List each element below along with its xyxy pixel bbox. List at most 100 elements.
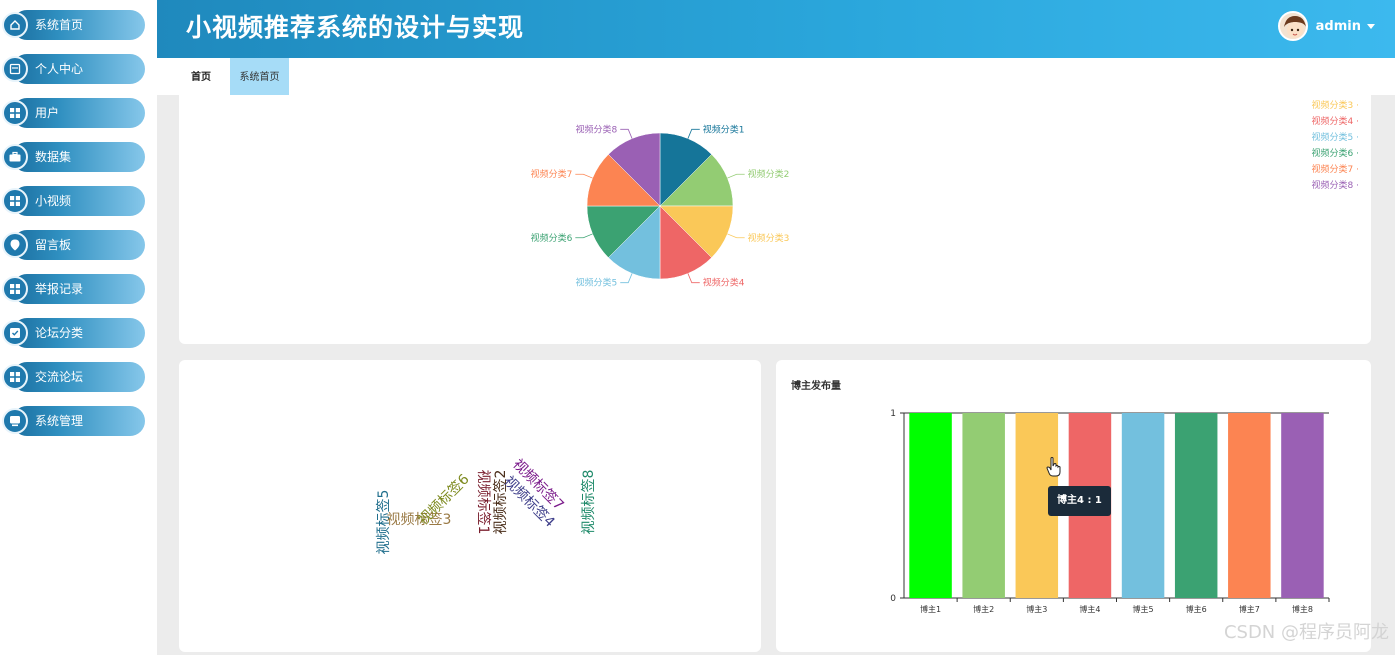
- bar[interactable]: [909, 413, 952, 598]
- hand-cursor-icon: [1046, 457, 1061, 477]
- sidebar: 系统首页个人中心用户数据集小视频留言板举报记录论坛分类交流论坛系统管理: [0, 0, 157, 655]
- x-tick-label: 博主3: [1026, 604, 1047, 614]
- pie-slice-label: 视频分类3: [748, 232, 790, 244]
- sidebar-item[interactable]: 小视频: [0, 186, 150, 216]
- x-tick-label: 博主7: [1239, 604, 1260, 614]
- sidebar-item[interactable]: 用户: [0, 98, 150, 128]
- sidebar-item[interactable]: 系统首页: [0, 10, 150, 40]
- pie-slice-label: 视频分类5: [576, 277, 618, 289]
- tab-bar: 首页 系统首页: [157, 58, 1395, 95]
- legend-label: 视频分类3: [1311, 101, 1354, 111]
- pie-slice-label: 视频分类2: [748, 168, 790, 180]
- legend-item[interactable]: 视频分类4 ·: [1312, 114, 1359, 130]
- x-tick-label: 博主4: [1079, 604, 1100, 614]
- bar[interactable]: [1121, 413, 1165, 598]
- y-tick-label: 0: [890, 594, 896, 604]
- pie-legend: 视频分类3 · 视频分类4 · 视频分类5 · 视频分类6 · 视频分类7 · 视频分类8…: [1312, 98, 1359, 194]
- sidebar-item[interactable]: 留言板: [0, 230, 150, 260]
- sidebar-item-background: [12, 230, 145, 260]
- header: 小视频推荐系统的设计与实现 admin: [157, 0, 1395, 58]
- x-tick-label: 博主6: [1186, 604, 1207, 614]
- grid-icon: [2, 100, 28, 126]
- pie-chart-card: 视频分类1 视频分类2 视频分类3 视频分类4 视频分类5 视频分类6 视频分类7 视频分类8…: [179, 95, 1371, 344]
- username[interactable]: admin: [1316, 19, 1361, 34]
- legend-item[interactable]: 视频分类3 ·: [1312, 98, 1359, 114]
- sidebar-item[interactable]: 个人中心: [0, 54, 150, 84]
- x-tick-label: 博主5: [1133, 604, 1154, 614]
- pie-label-line: [620, 128, 633, 139]
- legend-item[interactable]: 视频分类7 ·: [1312, 162, 1359, 178]
- pie-label-line: [687, 128, 700, 139]
- bar-chart-card: 博主发布量 0 1 博主1 博主2 博主3 博主4 博主5 博主6 博主7 博主8 博主4 : 1: [776, 360, 1371, 652]
- avatar-image: [1279, 13, 1306, 39]
- pie-label-line: [575, 233, 593, 239]
- tab-system-home[interactable]: 系统首页: [230, 58, 289, 95]
- sidebar-item-label: 系统首页: [35, 18, 84, 32]
- pie-slice-label: 视频分类7: [531, 168, 573, 180]
- user-menu[interactable]: admin: [1277, 10, 1375, 42]
- bar[interactable]: [962, 413, 1005, 598]
- bar-tooltip: 博主4 : 1: [1048, 486, 1111, 516]
- bar[interactable]: [1174, 413, 1218, 598]
- briefcase-icon: [2, 144, 28, 170]
- legend-item[interactable]: 视频分类8 ·: [1312, 178, 1359, 194]
- sidebar-item[interactable]: 系统管理: [0, 406, 150, 436]
- pie-slice-label: 视频分类8: [576, 123, 618, 135]
- legend-label: 视频分类7: [1311, 165, 1354, 175]
- sidebar-item-label: 留言板: [35, 238, 72, 252]
- legend-marker-icon: ·: [1353, 117, 1359, 127]
- pie-slice-label: 视频分类6: [531, 232, 573, 244]
- sidebar-item-label: 用户: [35, 106, 60, 120]
- word-cloud: 视频标签5视频标签3视频标签6 视频标签1 视频标签2视频标签4视频标签7 视频标签8: [375, 456, 597, 555]
- sidebar-item[interactable]: 交流论坛: [0, 362, 150, 392]
- sidebar-item[interactable]: 举报记录: [0, 274, 150, 304]
- legend-item[interactable]: 视频分类5 ·: [1312, 130, 1359, 146]
- pie-label-line: [727, 173, 745, 179]
- word-cloud-word[interactable]: 视频标签8: [580, 470, 597, 535]
- bar[interactable]: [1281, 413, 1324, 598]
- grid-icon: [2, 276, 28, 302]
- pie-slice-label: 视频分类4: [703, 277, 745, 289]
- sidebar-item-label: 论坛分类: [35, 326, 84, 340]
- legend-item[interactable]: 视频分类6 ·: [1312, 146, 1359, 162]
- pie-label-line: [727, 233, 745, 239]
- legend-marker-icon: ·: [1353, 165, 1359, 175]
- sidebar-item-background: [12, 98, 145, 128]
- chevron-down-icon[interactable]: [1367, 23, 1375, 29]
- legend-marker-icon: ·: [1353, 133, 1359, 143]
- tab-home[interactable]: 首页: [174, 58, 228, 95]
- sidebar-item[interactable]: 数据集: [0, 142, 150, 172]
- legend-marker-icon: ·: [1353, 101, 1359, 111]
- word-cloud-card: 视频标签5 视频标签3 视频标签6 视频标签1 视频标签2 视频标签4 视频标签7 视频标签8: [179, 360, 761, 652]
- app-title: 小视频推荐系统的设计与实现: [186, 13, 525, 42]
- pie-label-line: [687, 273, 700, 284]
- sidebar-item[interactable]: 论坛分类: [0, 318, 150, 348]
- grid-icon: [2, 364, 28, 390]
- dashboard: 视频分类1 视频分类2 视频分类3 视频分类4 视频分类5 视频分类6 视频分类7 视频分类8…: [157, 95, 1395, 655]
- sidebar-item-label: 数据集: [35, 150, 72, 164]
- x-tick-label: 博主2: [973, 604, 994, 614]
- legend-marker-icon: ·: [1353, 149, 1359, 159]
- avatar[interactable]: [1277, 11, 1308, 41]
- pin-icon: [2, 232, 28, 258]
- legend-label: 视频分类5: [1311, 133, 1354, 143]
- sidebar-item-label: 举报记录: [35, 282, 84, 296]
- pie-chart: 视频分类1 视频分类2 视频分类3 视频分类4 视频分类5 视频分类6 视频分类7 视频分类8: [531, 123, 790, 289]
- legend-label: 视频分类8: [1311, 181, 1354, 191]
- sidebar-item-label: 小视频: [35, 194, 72, 208]
- grid-icon: [2, 188, 28, 214]
- monitor-icon: [2, 408, 28, 434]
- sidebar-item-background: [12, 186, 145, 216]
- checklist-icon: [2, 320, 28, 346]
- y-tick-label: 1: [890, 409, 896, 419]
- sidebar-item-label: 个人中心: [35, 62, 84, 76]
- pie-slice-label: 视频分类1: [703, 123, 745, 135]
- bar[interactable]: [1228, 413, 1271, 598]
- legend-marker-icon: ·: [1353, 181, 1359, 191]
- x-tick-label: 博主1: [920, 604, 941, 614]
- word-cloud-word[interactable]: 视频标签1: [475, 470, 492, 535]
- watermark: CSDN @程序员阿龙: [1223, 622, 1389, 643]
- sidebar-item-label: 系统管理: [35, 414, 84, 428]
- pie-label-line: [620, 273, 633, 284]
- x-tick-label: 博主8: [1292, 604, 1313, 614]
